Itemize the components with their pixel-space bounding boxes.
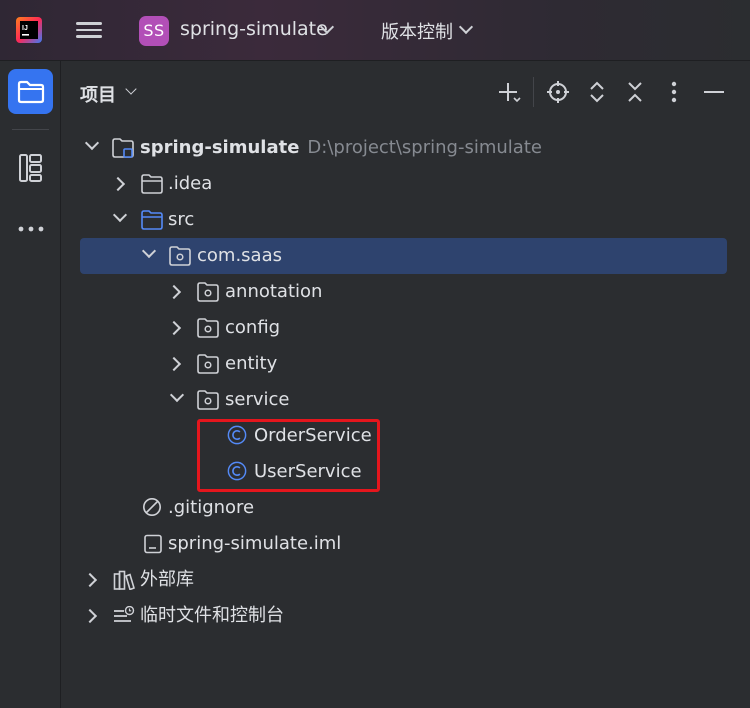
project-name[interactable]: spring-simulate: [180, 18, 328, 40]
chevron-down-icon[interactable]: [458, 19, 474, 35]
expand-all-icon[interactable]: [582, 77, 612, 107]
tree-item-label: 外部库: [140, 569, 194, 590]
add-icon[interactable]: [494, 77, 524, 107]
module-folder-icon: [112, 138, 134, 158]
project-panel-header: 项目: [61, 61, 750, 123]
structure-tool-button[interactable]: [8, 145, 53, 190]
folder-icon: [17, 80, 44, 103]
chevron-down-icon[interactable]: [84, 135, 100, 151]
library-icon: [113, 570, 135, 590]
tree-item-label: .idea: [168, 173, 213, 194]
tree-item-scratches[interactable]: 临时文件和控制台: [61, 598, 750, 634]
title-bar: IJ SS spring-simulate 版本控制: [0, 0, 750, 61]
scratches-icon: [114, 606, 135, 622]
vcs-menu[interactable]: 版本控制: [381, 18, 453, 44]
tree-item-entity[interactable]: entity: [61, 346, 750, 382]
main-menu-button[interactable]: [76, 18, 102, 42]
tree-item-label: 临时文件和控制台: [140, 605, 284, 626]
tree-item-path: D:\project\spring-simulate: [307, 137, 542, 158]
tree-item-label: src: [168, 209, 195, 230]
more-tools-button[interactable]: [8, 206, 53, 251]
chevron-right-icon[interactable]: [82, 572, 98, 588]
collapse-all-icon[interactable]: [620, 77, 650, 107]
tree-item-label: spring-simulate.iml: [168, 533, 342, 554]
tree-item-service[interactable]: service: [61, 382, 750, 418]
minimize-icon[interactable]: [699, 77, 729, 107]
class-icon: [227, 461, 247, 481]
tree-item-label: com.saas: [197, 245, 282, 266]
divider: [533, 77, 534, 107]
chevron-down-icon[interactable]: [112, 207, 128, 223]
package-icon: [197, 354, 219, 374]
tree-item-iml[interactable]: spring-simulate.iml: [61, 526, 750, 562]
chevron-right-icon[interactable]: [82, 608, 98, 624]
intellij-idea-logo-icon[interactable]: IJ: [16, 17, 42, 43]
chevron-down-icon[interactable]: [169, 387, 185, 403]
tree-item-label: service: [225, 389, 290, 410]
more-horizontal-icon: [18, 226, 43, 231]
ignore-file-icon: [143, 498, 161, 516]
chevron-down-icon[interactable]: [125, 83, 137, 95]
class-icon: [227, 425, 247, 445]
tree-item-idea[interactable]: .idea: [61, 166, 750, 202]
tree-item-config[interactable]: config: [61, 310, 750, 346]
tree-item-label: spring-simulate: [140, 137, 300, 158]
tree-item-annotation[interactable]: annotation: [61, 274, 750, 310]
chevron-right-icon[interactable]: [166, 284, 182, 300]
iml-file-icon: [144, 534, 162, 554]
chevron-right-icon[interactable]: [166, 320, 182, 336]
package-icon: [197, 282, 219, 302]
project-badge[interactable]: SS: [139, 16, 169, 46]
project-tool-button[interactable]: [8, 69, 53, 114]
chevron-right-icon[interactable]: [110, 176, 126, 192]
tree-item-label: annotation: [225, 281, 323, 302]
source-folder-icon: [141, 210, 163, 230]
divider: [12, 129, 49, 130]
folder-icon: [141, 174, 163, 194]
tree-item-label: UserService: [254, 461, 362, 482]
package-icon: [169, 246, 191, 266]
tree-item-com-saas[interactable]: com.saas: [80, 238, 727, 274]
locate-icon[interactable]: [543, 77, 573, 107]
tree-item-label: .gitignore: [168, 497, 255, 518]
tree-item-root[interactable]: spring-simulate D:\project\spring-simulat…: [61, 130, 750, 166]
more-vertical-icon[interactable]: [659, 77, 689, 107]
panel-title[interactable]: 项目: [80, 81, 116, 107]
package-icon: [197, 318, 219, 338]
tree-item-label: entity: [225, 353, 278, 374]
tree-item-label: OrderService: [254, 425, 372, 446]
tree-item-order-service[interactable]: OrderService: [61, 418, 750, 454]
tree-item-external-libraries[interactable]: 外部库: [61, 562, 750, 598]
chevron-right-icon[interactable]: [166, 356, 182, 372]
tree-item-src[interactable]: src: [61, 202, 750, 238]
tree-item-gitignore[interactable]: .gitignore: [61, 490, 750, 526]
tree-item-label: config: [225, 317, 281, 338]
chevron-down-icon[interactable]: [141, 243, 157, 259]
structure-icon: [18, 153, 42, 182]
tree-item-user-service[interactable]: UserService: [61, 454, 750, 490]
tool-window-strip: [0, 61, 61, 708]
svg-text:IJ: IJ: [22, 25, 28, 32]
package-icon: [197, 390, 219, 410]
